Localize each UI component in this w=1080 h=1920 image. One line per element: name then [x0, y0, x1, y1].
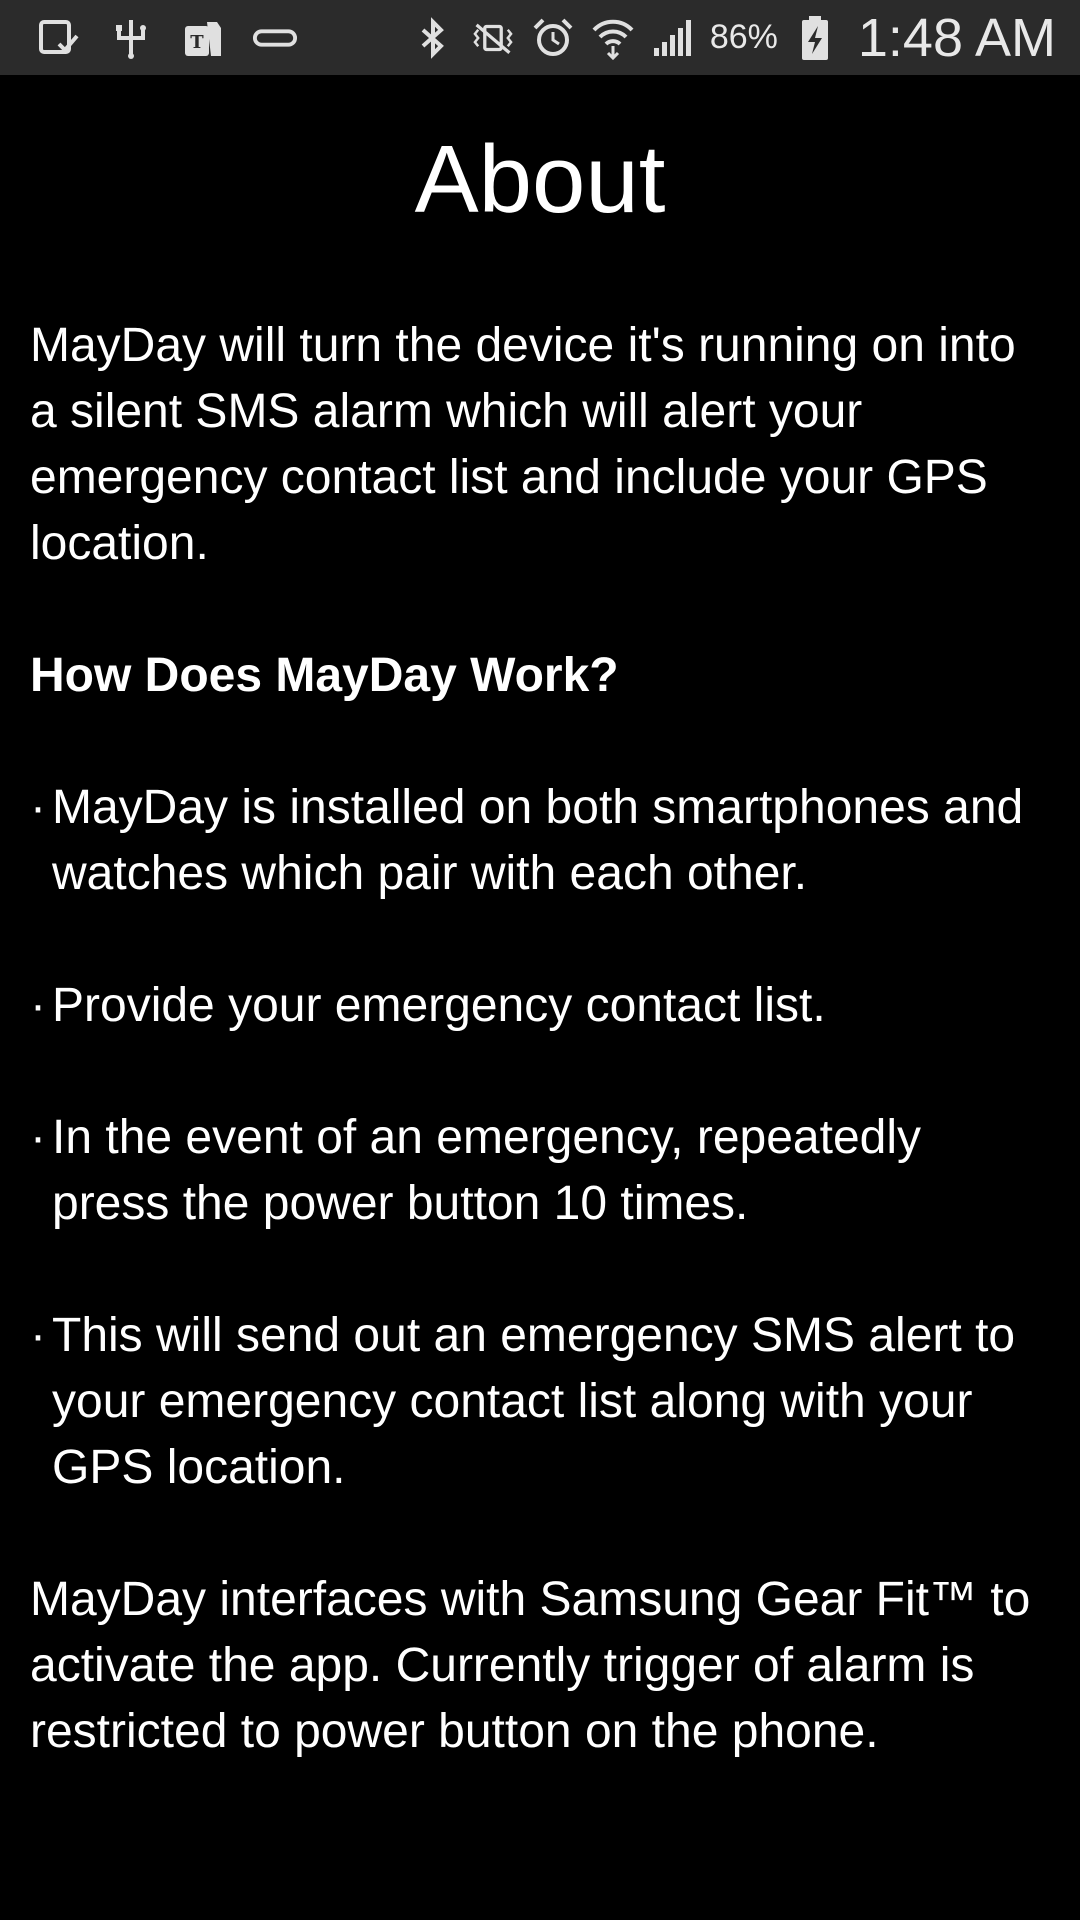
gear-fit-icon: [252, 15, 298, 61]
bullet-icon: ·: [30, 781, 46, 834]
how-it-works-list: · MayDay is installed on both smartphone…: [30, 775, 1050, 1501]
notification-icons: T: [36, 15, 298, 61]
intro-paragraph: MayDay will turn the device it's running…: [30, 319, 1016, 570]
about-content[interactable]: About MayDay will turn the device it's r…: [0, 75, 1080, 1765]
how-it-works-heading: How Does MayDay Work?: [30, 649, 619, 702]
list-item: · This will send out an emergency SMS al…: [30, 1303, 1050, 1501]
status-bar: T 86% 1:48 AM: [0, 0, 1080, 75]
system-icons: 86% 1:48 AM: [410, 7, 1056, 69]
list-item-text: In the event of an emergency, repeatedly…: [52, 1111, 921, 1230]
list-item-text: This will send out an emergency SMS aler…: [52, 1309, 1016, 1494]
list-item-text: MayDay is installed on both smartphones …: [52, 781, 1024, 900]
bullet-icon: ·: [30, 979, 46, 1032]
alarm-icon: [530, 15, 576, 61]
tmobile-icon: T: [180, 15, 226, 61]
list-item-text: Provide your emergency contact list.: [52, 979, 826, 1032]
vibrate-icon: [470, 15, 516, 61]
bullet-icon: ·: [30, 1309, 46, 1362]
list-item: · In the event of an emergency, repeated…: [30, 1105, 1050, 1237]
list-item: · Provide your emergency contact list.: [30, 973, 1050, 1039]
gear-fit-paragraph: MayDay interfaces with Samsung Gear Fit™…: [30, 1573, 1031, 1758]
clock: 1:48 AM: [857, 7, 1056, 68]
svg-text:T: T: [190, 32, 204, 53]
wifi-icon: [590, 15, 636, 61]
signal-icon: [650, 15, 696, 61]
bluetooth-icon: [410, 15, 456, 61]
usb-icon: [108, 15, 154, 61]
battery-percent: 86%: [709, 18, 778, 56]
screenshot-icon: [36, 15, 82, 61]
page-title: About: [414, 126, 666, 233]
bullet-icon: ·: [30, 1111, 46, 1164]
list-item: · MayDay is installed on both smartphone…: [30, 775, 1050, 907]
battery-charging-icon: [792, 15, 838, 61]
